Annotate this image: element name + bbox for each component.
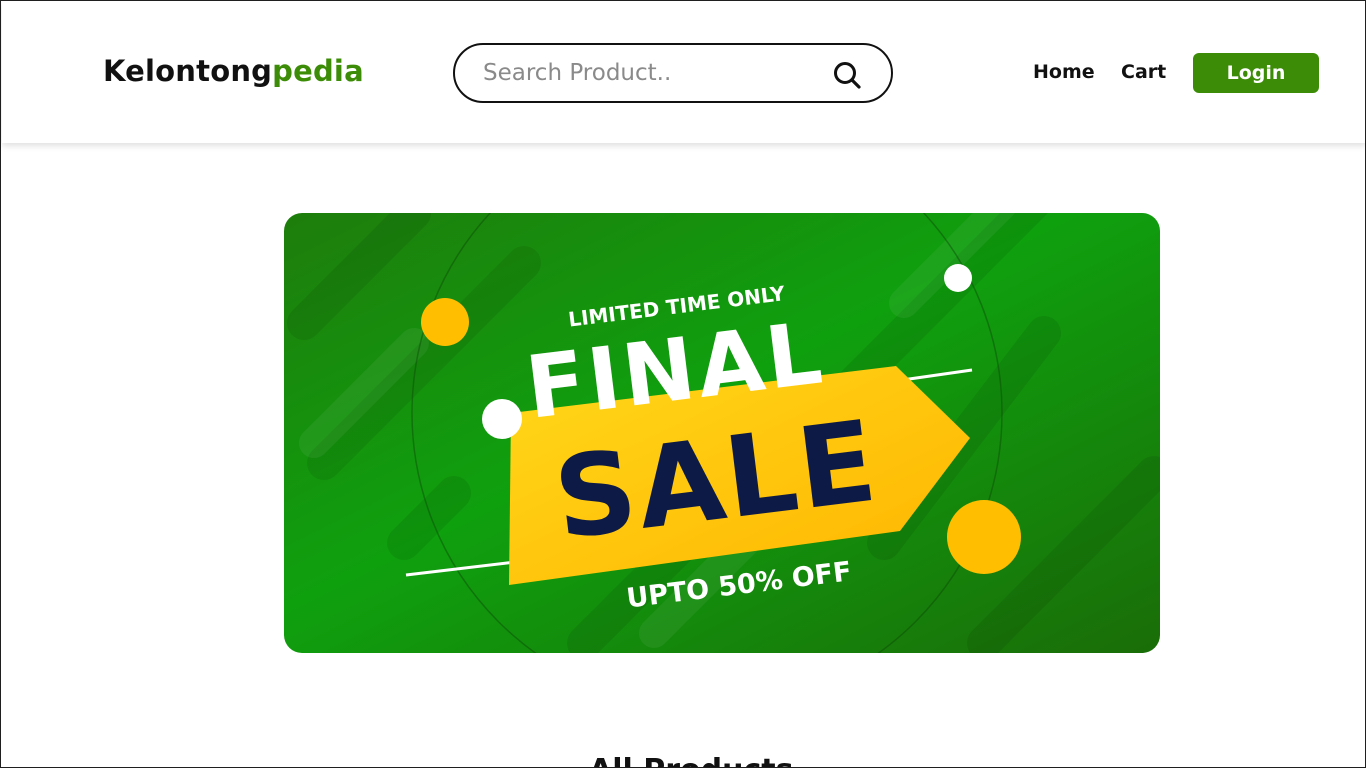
nav-link-cart[interactable]: Cart (1121, 61, 1166, 83)
search-input[interactable] (483, 60, 813, 86)
logo-text-primary: Kelontong (103, 54, 273, 88)
site-header: Kelontongpedia Home Cart Login (2, 1, 1365, 143)
logo-text-accent: pedia (272, 54, 364, 88)
search-icon[interactable] (833, 61, 861, 89)
promo-banner-graphic: LIMITED TIME ONLY FINAL SALE UPTO 50% OF… (284, 213, 1160, 653)
site-logo[interactable]: Kelontongpedia (103, 54, 364, 88)
promo-banner[interactable]: LIMITED TIME ONLY FINAL SALE UPTO 50% OF… (284, 213, 1160, 653)
page-frame: Kelontongpedia Home Cart Login (0, 0, 1366, 768)
section-heading: All Products (589, 753, 793, 767)
nav-link-home[interactable]: Home (1033, 61, 1095, 83)
login-button[interactable]: Login (1193, 53, 1319, 93)
search-bar (453, 43, 893, 103)
